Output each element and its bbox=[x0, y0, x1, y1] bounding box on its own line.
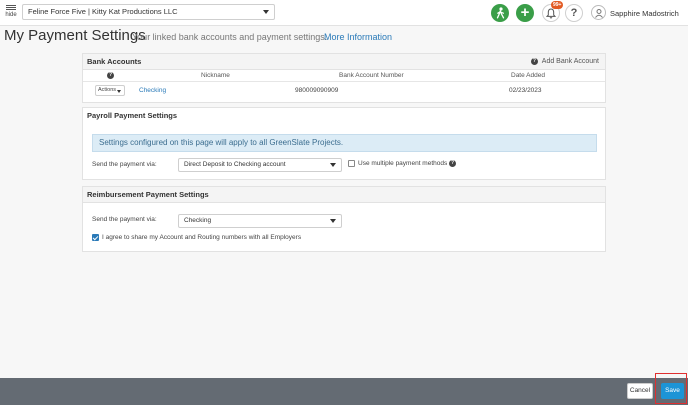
multiple-methods-checkbox[interactable] bbox=[348, 160, 355, 167]
column-header-date-added: Date Added bbox=[511, 72, 545, 79]
menu-icon bbox=[4, 5, 18, 12]
notification-badge: 99+ bbox=[551, 1, 564, 9]
multiple-methods-text: Use multiple payment methods bbox=[358, 160, 448, 168]
payroll-payment-method-value: Direct Deposit to Checking account bbox=[184, 161, 286, 168]
date-added: 02/23/2023 bbox=[509, 87, 542, 94]
plus-icon: + bbox=[520, 4, 530, 21]
chevron-down-icon bbox=[330, 219, 336, 223]
payroll-payment-method-select[interactable]: Direct Deposit to Checking account bbox=[178, 158, 342, 172]
bell-icon bbox=[546, 7, 556, 18]
payroll-send-label: Send the payment via: bbox=[92, 161, 157, 168]
add-button[interactable]: + bbox=[516, 4, 534, 22]
chevron-down-icon bbox=[330, 163, 336, 167]
avatar[interactable] bbox=[591, 5, 606, 20]
top-bar: hide Feline Force Five | Kitty Kat Produ… bbox=[0, 0, 688, 26]
page-title: My Payment Settings bbox=[4, 27, 146, 44]
project-selector[interactable]: Feline Force Five | Kitty Kat Production… bbox=[22, 4, 275, 20]
account-number: 980009090909 bbox=[295, 87, 339, 94]
cancel-button[interactable]: Cancel bbox=[627, 383, 653, 399]
payroll-settings-panel: Payroll Payment Settings Settings config… bbox=[82, 107, 606, 180]
column-header-nickname: Nickname bbox=[201, 72, 230, 79]
question-mark-icon: ? bbox=[570, 7, 578, 19]
reimbursement-settings-header: Reimbursement Payment Settings bbox=[83, 187, 605, 203]
reimbursement-payment-method-value: Checking bbox=[184, 217, 212, 224]
quick-action-button[interactable] bbox=[491, 4, 509, 22]
footer-bar bbox=[0, 378, 688, 405]
account-nickname-link[interactable]: Checking bbox=[139, 87, 166, 94]
hide-label: hide bbox=[5, 12, 17, 18]
add-bank-account-label: Add Bank Account bbox=[541, 58, 599, 65]
help-button[interactable]: ? bbox=[565, 4, 583, 22]
payroll-settings-header: Payroll Payment Settings bbox=[83, 108, 605, 124]
info-message: Settings configured on this page will ap… bbox=[92, 134, 597, 152]
column-help-icon: ? bbox=[107, 72, 114, 79]
user-name[interactable]: Sapphire Madostrich bbox=[610, 9, 679, 18]
bank-accounts-header: Bank Accounts ? Add Bank Account bbox=[83, 54, 605, 70]
actions-dropdown[interactable]: Actions bbox=[95, 85, 125, 96]
save-button[interactable]: Save bbox=[661, 383, 684, 399]
column-header-account-number: Bank Account Number bbox=[339, 72, 404, 79]
hide-menu-button[interactable]: hide bbox=[4, 5, 18, 19]
more-information-link[interactable]: More Information bbox=[324, 32, 392, 42]
help-icon[interactable]: ? bbox=[449, 160, 457, 167]
payroll-settings-heading: Payroll Payment Settings bbox=[87, 111, 178, 120]
page-subtitle: Your linked bank accounts and payment se… bbox=[132, 32, 328, 42]
agree-share-label: I agree to share my Account and Routing … bbox=[102, 234, 302, 241]
bank-accounts-heading: Bank Accounts bbox=[87, 57, 142, 66]
reimbursement-settings-panel: Reimbursement Payment Settings Send the … bbox=[82, 186, 606, 252]
add-bank-account-button[interactable]: ? Add Bank Account bbox=[530, 54, 599, 69]
walking-person-icon bbox=[496, 7, 504, 19]
bank-accounts-table-header: ? Nickname Bank Account Number Date Adde… bbox=[83, 70, 605, 82]
chevron-down-icon bbox=[263, 10, 269, 14]
reimbursement-payment-method-select[interactable]: Checking bbox=[178, 214, 342, 228]
agree-share-checkbox[interactable] bbox=[92, 234, 99, 241]
multiple-methods-label: Use multiple payment methods ? bbox=[358, 160, 457, 168]
user-icon bbox=[594, 8, 603, 18]
table-row: Actions Checking 980009090909 02/23/2023 bbox=[83, 82, 605, 101]
bank-accounts-panel: Bank Accounts ? Add Bank Account ? Nickn… bbox=[82, 53, 606, 103]
help-icon: ? bbox=[530, 57, 538, 65]
actions-label: Actions bbox=[98, 87, 117, 93]
chevron-down-icon bbox=[117, 90, 121, 93]
reimbursement-send-label: Send the payment via: bbox=[92, 216, 157, 223]
reimbursement-settings-heading: Reimbursement Payment Settings bbox=[87, 190, 209, 199]
project-selector-value: Feline Force Five | Kitty Kat Production… bbox=[28, 7, 178, 16]
